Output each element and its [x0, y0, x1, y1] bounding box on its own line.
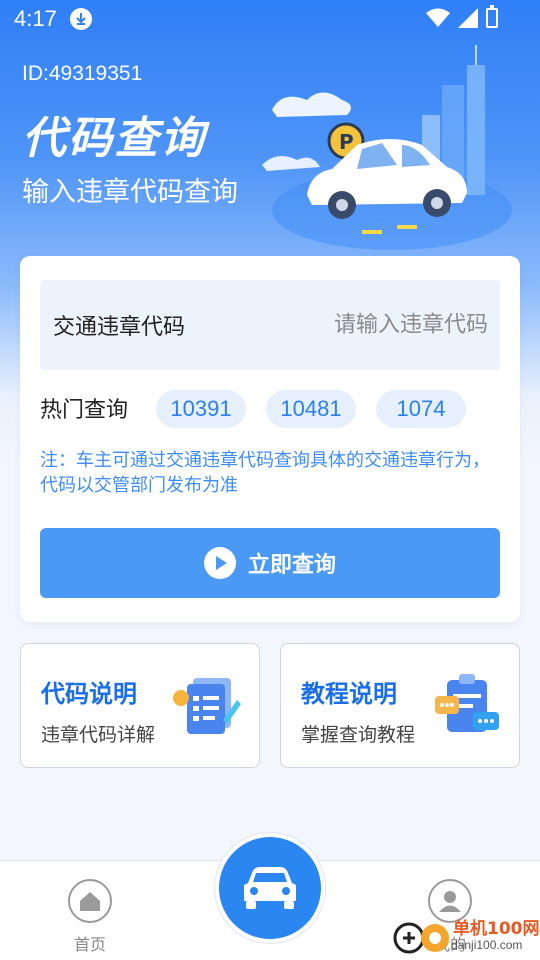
tutorial-card[interactable]: 教程说明 掌握查询教程 [280, 643, 520, 768]
clipboard-chat-icon [435, 674, 499, 732]
code-input-row[interactable]: 交通违章代码 [40, 280, 500, 370]
submit-query-label: 立即查询 [247, 553, 336, 578]
code-label: 交通违章代码 [53, 315, 186, 340]
watermark-icon [393, 922, 449, 954]
feature-title: 教程说明 [301, 680, 397, 708]
document-pen-icon [173, 678, 241, 734]
watermark-url: danji100.com [451, 938, 523, 952]
hot-code-chip[interactable]: 10391 [156, 390, 246, 428]
car-icon [244, 867, 296, 909]
feature-title: 代码说明 [41, 680, 137, 708]
hot-code-chip[interactable]: 10481 [266, 390, 356, 428]
nav-home-label: 首页 [73, 935, 106, 954]
nav-home[interactable]: 首页 [64, 879, 116, 955]
battery-icon [486, 5, 498, 28]
query-note: 注：车主可通过交通违章代码查询具体的交通违章行为，代码以交管部门发布为准 [40, 450, 490, 496]
code-explanation-card[interactable]: 代码说明 违章代码详解 [20, 643, 260, 768]
page-subtitle: 输入违章代码查询 [22, 177, 238, 208]
signal-icon [458, 8, 478, 28]
status-time: 4:17 [14, 6, 57, 31]
feature-desc: 违章代码详解 [41, 724, 156, 746]
car-parking-illustration: P [262, 45, 512, 250]
download-icon [70, 8, 92, 30]
play-icon [203, 547, 236, 579]
watermark-text: 单机100网 [453, 919, 540, 939]
hot-code-chip[interactable]: 1074 [376, 390, 466, 428]
watermark-logo: 单机100网 danji100.com [393, 912, 540, 960]
hot-query-label: 热门查询 [40, 398, 129, 423]
user-id: ID:49319351 [22, 62, 143, 85]
center-query-button[interactable] [219, 837, 321, 939]
home-icon [68, 879, 112, 923]
code-input[interactable] [268, 312, 488, 338]
wifi-icon [426, 8, 450, 27]
query-card: 交通违章代码 热门查询 10391 10481 1074 注：车主可通过交通违章… [20, 256, 520, 622]
page-title: 代码查询 [22, 113, 206, 164]
status-bar: 4:17 [0, 0, 540, 38]
submit-query-button[interactable]: 立即查询 [40, 528, 500, 598]
feature-desc: 掌握查询教程 [301, 724, 416, 746]
